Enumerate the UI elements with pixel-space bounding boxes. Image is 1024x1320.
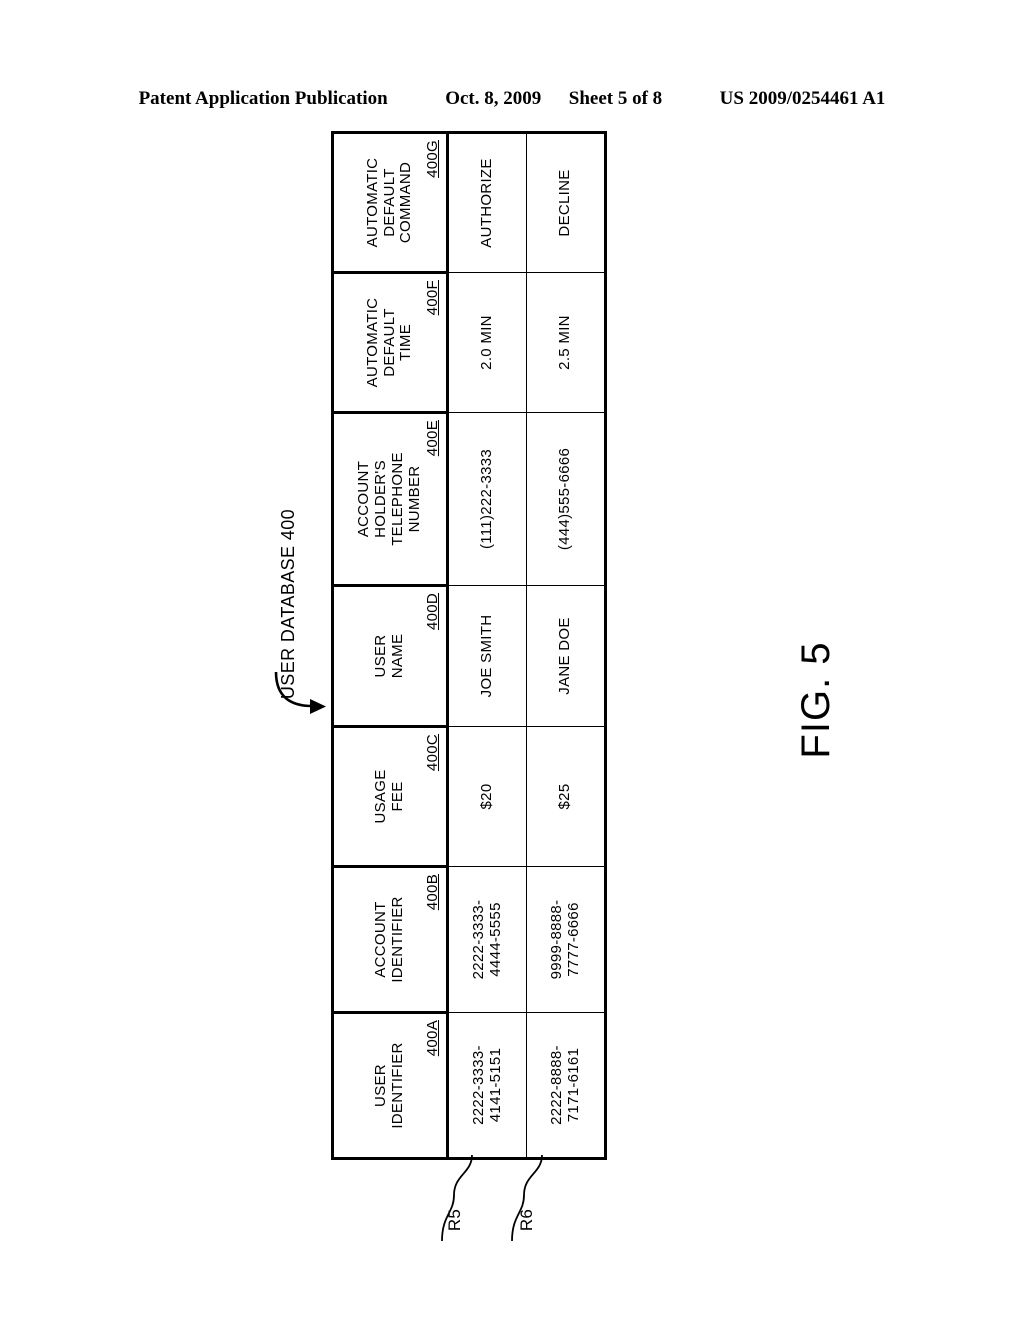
column-title-line: TIME	[397, 323, 415, 362]
column-title-line: NAME	[389, 633, 406, 679]
cell-line: $20	[478, 783, 496, 810]
cell-r5-automatic-default-time: 2.0 MIN	[447, 272, 527, 413]
column-ref-400a: 400A	[424, 1020, 442, 1057]
column-title-line: USAGE	[372, 769, 390, 824]
patent-number: US 2009/0254461 A1	[719, 88, 886, 109]
cell-line: (111)222-3333	[478, 448, 496, 550]
column-ref-400e: 400E	[424, 420, 442, 457]
cell-line: $25	[556, 783, 574, 810]
column-title-line: DEFAULT	[380, 168, 398, 237]
row-ref-r6: R6	[517, 1208, 536, 1232]
column-title-line: IDENTIFIER	[389, 1042, 406, 1129]
cell-line: 7171-6161	[564, 1047, 582, 1123]
column-header-user-identifier: USER IDENTIFIER 400A	[332, 1012, 448, 1159]
column-title-line: AUTOMATIC	[363, 297, 381, 388]
figure-label: FIG. 5	[793, 641, 838, 759]
cell-line: (444)555-6666	[556, 447, 574, 551]
cell-r5-telephone-number: (111)222-3333	[447, 412, 527, 586]
column-header-usage-fee: USAGE FEE 400C	[332, 726, 448, 867]
column-title-line: NUMBER	[405, 465, 423, 533]
cell-line: 7777-6666	[564, 902, 582, 977]
column-title-line: DEFAULT	[380, 308, 398, 377]
cell-line: 2222-3333-	[469, 1045, 487, 1125]
cell-line: 2.5 MIN	[556, 315, 574, 370]
cell-line: 2.0 MIN	[478, 315, 496, 370]
column-title-line: FEE	[389, 781, 406, 812]
cell-line: 4141-5151	[486, 1047, 504, 1123]
column-header-account-identifier: ACCOUNT IDENTIFIER 400B	[332, 866, 448, 1013]
cell-r6-usage-fee: $25	[526, 726, 606, 867]
cell-line: 2222-8888-	[547, 1045, 565, 1125]
table-row: 2222-8888- 7171-6161 9999-8888- 7777-666…	[526, 132, 606, 1159]
column-header-account-holders-telephone-number: ACCOUNT HOLDER'S TELEPHONE NUMBER 400E	[332, 412, 448, 586]
column-ref-400b: 400B	[424, 874, 442, 911]
cell-line: 4444-5555	[486, 902, 504, 977]
publication-date: Oct. 8, 2009	[445, 88, 542, 109]
cell-r5-user-identifier: 2222-3333- 4141-5151	[447, 1012, 527, 1159]
cell-line: DECLINE	[556, 169, 574, 237]
page-header: Patent Application Publication Oct. 8, 2…	[0, 88, 1024, 110]
column-title-line: TELEPHONE	[389, 452, 406, 546]
column-title-line: HOLDER'S	[372, 460, 390, 538]
cell-line: 2222-3333-	[469, 899, 487, 980]
column-title-line: COMMAND	[397, 161, 415, 244]
column-ref-400g: 400G	[424, 140, 442, 178]
cell-line: AUTHORIZE	[478, 158, 496, 248]
cell-line: JOE SMITH	[478, 614, 496, 698]
table-header-row: USER IDENTIFIER 400A ACCOUNT IDENTIFIER …	[332, 132, 448, 1159]
column-title-line: AUTOMATIC	[363, 157, 381, 248]
cell-r5-usage-fee: $20	[447, 726, 527, 867]
cell-r6-automatic-default-command: DECLINE	[526, 132, 606, 273]
column-header-user-name: USER NAME 400D	[332, 585, 448, 727]
column-ref-400f: 400F	[424, 280, 442, 316]
cell-r6-account-identifier: 9999-8888- 7777-6666	[526, 866, 606, 1013]
column-title-line: USER	[372, 1064, 390, 1107]
sheet-number: Sheet 5 of 8	[568, 88, 663, 109]
user-database-table-wrapper: USER IDENTIFIER 400A ACCOUNT IDENTIFIER …	[331, 132, 606, 1160]
row-ref-r5: R5	[445, 1208, 464, 1232]
user-database-table: USER IDENTIFIER 400A ACCOUNT IDENTIFIER …	[331, 131, 607, 1160]
column-title-line: USER	[372, 634, 390, 678]
column-header-automatic-default-command: AUTOMATIC DEFAULT COMMAND 400G	[332, 132, 448, 273]
cell-r5-user-name: JOE SMITH	[447, 585, 527, 727]
cell-r6-telephone-number: (444)555-6666	[526, 412, 606, 586]
column-ref-400d: 400D	[424, 593, 442, 631]
cell-r6-user-name: JANE DOE	[526, 585, 606, 727]
curved-arrow-right-icon	[274, 671, 326, 714]
cell-r6-user-identifier: 2222-8888- 7171-6161	[526, 1012, 606, 1159]
cell-r6-automatic-default-time: 2.5 MIN	[526, 272, 606, 413]
column-title-line: ACCOUNT	[372, 901, 390, 978]
column-ref-400c: 400C	[424, 734, 442, 772]
column-title-line: IDENTIFIER	[389, 896, 406, 983]
column-title-line: ACCOUNT	[355, 460, 373, 538]
column-header-automatic-default-time: AUTOMATIC DEFAULT TIME 400F	[332, 272, 448, 413]
publication-label: Patent Application Publication	[138, 88, 388, 109]
cell-r5-automatic-default-command: AUTHORIZE	[447, 132, 527, 273]
table-row: 2222-3333- 4141-5151 2222-3333- 4444-555…	[447, 132, 527, 1159]
cell-line: JANE DOE	[556, 617, 574, 695]
cell-line: 9999-8888-	[547, 899, 565, 980]
cell-r5-account-identifier: 2222-3333- 4444-5555	[447, 866, 527, 1013]
